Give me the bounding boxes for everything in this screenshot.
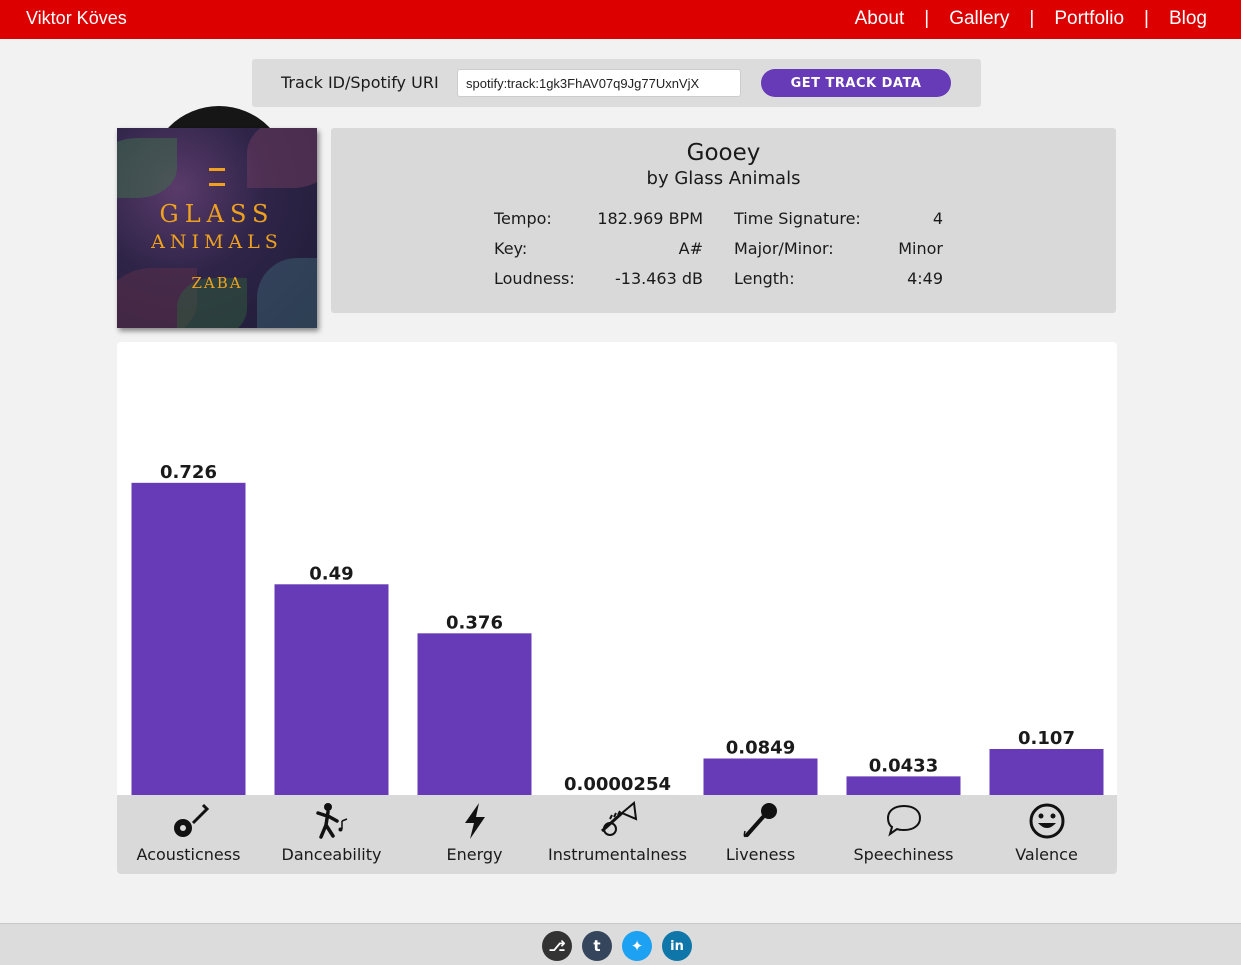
bar-liveness: [704, 758, 818, 795]
album-title-line2: ANIMALS: [117, 231, 317, 253]
bar-value-label: 0.0000254: [564, 774, 671, 795]
key-label: Key:: [494, 239, 527, 258]
track-artist: by Glass Animals: [331, 168, 1116, 189]
track-title: Gooey: [331, 140, 1116, 166]
feature-label: Acousticness: [117, 845, 260, 864]
length-value: 4:49: [863, 269, 943, 288]
track-info-panel: Gooey by Glass Animals Tempo: 182.969 BP…: [331, 128, 1116, 313]
feature-liveness: Liveness: [689, 795, 832, 874]
key-value: A#: [573, 239, 703, 258]
time-signature-label: Time Signature:: [734, 209, 861, 228]
track-search-panel: Track ID/Spotify URI GET TRACK DATA: [252, 59, 981, 107]
loudness-label: Loudness:: [494, 269, 575, 288]
album-art: GLASS ANIMALS ZABA: [117, 104, 327, 330]
album-title-line1: GLASS: [117, 200, 317, 228]
tumblr-icon[interactable]: t: [582, 931, 612, 961]
brand-link[interactable]: Viktor Köves: [26, 8, 127, 29]
feature-energy: Energy: [403, 795, 546, 874]
length-label: Length:: [734, 269, 795, 288]
bar-valence: [990, 749, 1104, 795]
nav-about[interactable]: About: [855, 8, 905, 30]
track-id-input[interactable]: [457, 69, 741, 97]
time-signature-value: 4: [863, 209, 943, 228]
mode-value: Minor: [863, 239, 943, 258]
track-id-label: Track ID/Spotify URI: [281, 73, 439, 92]
bar-acousticness: [132, 483, 246, 795]
feature-speechiness: Speechiness: [832, 795, 975, 874]
bar-speechiness: [847, 776, 961, 795]
nav-separator: |: [1029, 8, 1034, 30]
bar-value-label: 0.376: [446, 612, 503, 633]
album-title-line3: ZABA: [117, 274, 317, 292]
bar-danceability: [275, 584, 389, 795]
twitter-icon[interactable]: ✦: [622, 931, 652, 961]
bar-chart-svg: 0.726 0.49 0.376 0.0000254 0.0849 0.0433 0.107: [117, 342, 1117, 795]
feature-acousticness: Acousticness: [117, 795, 260, 874]
ornament-icon: [209, 168, 225, 186]
nav-blog[interactable]: Blog: [1169, 8, 1207, 30]
nav-gallery[interactable]: Gallery: [949, 8, 1009, 30]
bar-value-label: 0.0433: [869, 755, 938, 776]
feature-label: Speechiness: [832, 845, 975, 864]
github-icon[interactable]: ⎇: [542, 931, 572, 961]
nav-separator: |: [1144, 8, 1149, 30]
mode-label: Major/Minor:: [734, 239, 834, 258]
bar-energy: [418, 633, 532, 795]
footer: ⎇ t ✦ in: [0, 923, 1241, 965]
nav-links: About | Gallery | Portfolio | Blog: [855, 8, 1207, 30]
feature-label: Liveness: [689, 845, 832, 864]
linkedin-icon[interactable]: in: [662, 931, 692, 961]
bar-value-label: 0.49: [309, 563, 353, 584]
top-nav-bar: Viktor Köves About | Gallery | Portfolio…: [0, 0, 1241, 39]
loudness-value: -13.463 dB: [573, 269, 703, 288]
feature-label: Valence: [975, 845, 1117, 864]
feature-icon-strip: AcousticnessDanceabilityEnergyInstrument…: [117, 795, 1117, 874]
feature-label: Instrumentalness: [546, 845, 689, 864]
tempo-label: Tempo:: [494, 209, 552, 228]
feature-label: Danceability: [260, 845, 403, 864]
feature-valence: Valence: [975, 795, 1117, 874]
bar-value-label: 0.726: [160, 462, 217, 483]
feature-label: Energy: [403, 845, 546, 864]
bar-value-label: 0.107: [1018, 728, 1075, 749]
bar-value-label: 0.0849: [726, 737, 795, 758]
feature-danceability: Danceability: [260, 795, 403, 874]
nav-portfolio[interactable]: Portfolio: [1054, 8, 1124, 30]
get-track-data-button[interactable]: GET TRACK DATA: [761, 69, 951, 97]
audio-features-chart: 0.726 0.49 0.376 0.0000254 0.0849 0.0433 0.107…: [117, 342, 1117, 874]
feature-instrumentalness: Instrumentalness: [546, 795, 689, 874]
nav-separator: |: [924, 8, 929, 30]
album-cover: GLASS ANIMALS ZABA: [117, 128, 317, 328]
tempo-value: 182.969 BPM: [573, 209, 703, 228]
